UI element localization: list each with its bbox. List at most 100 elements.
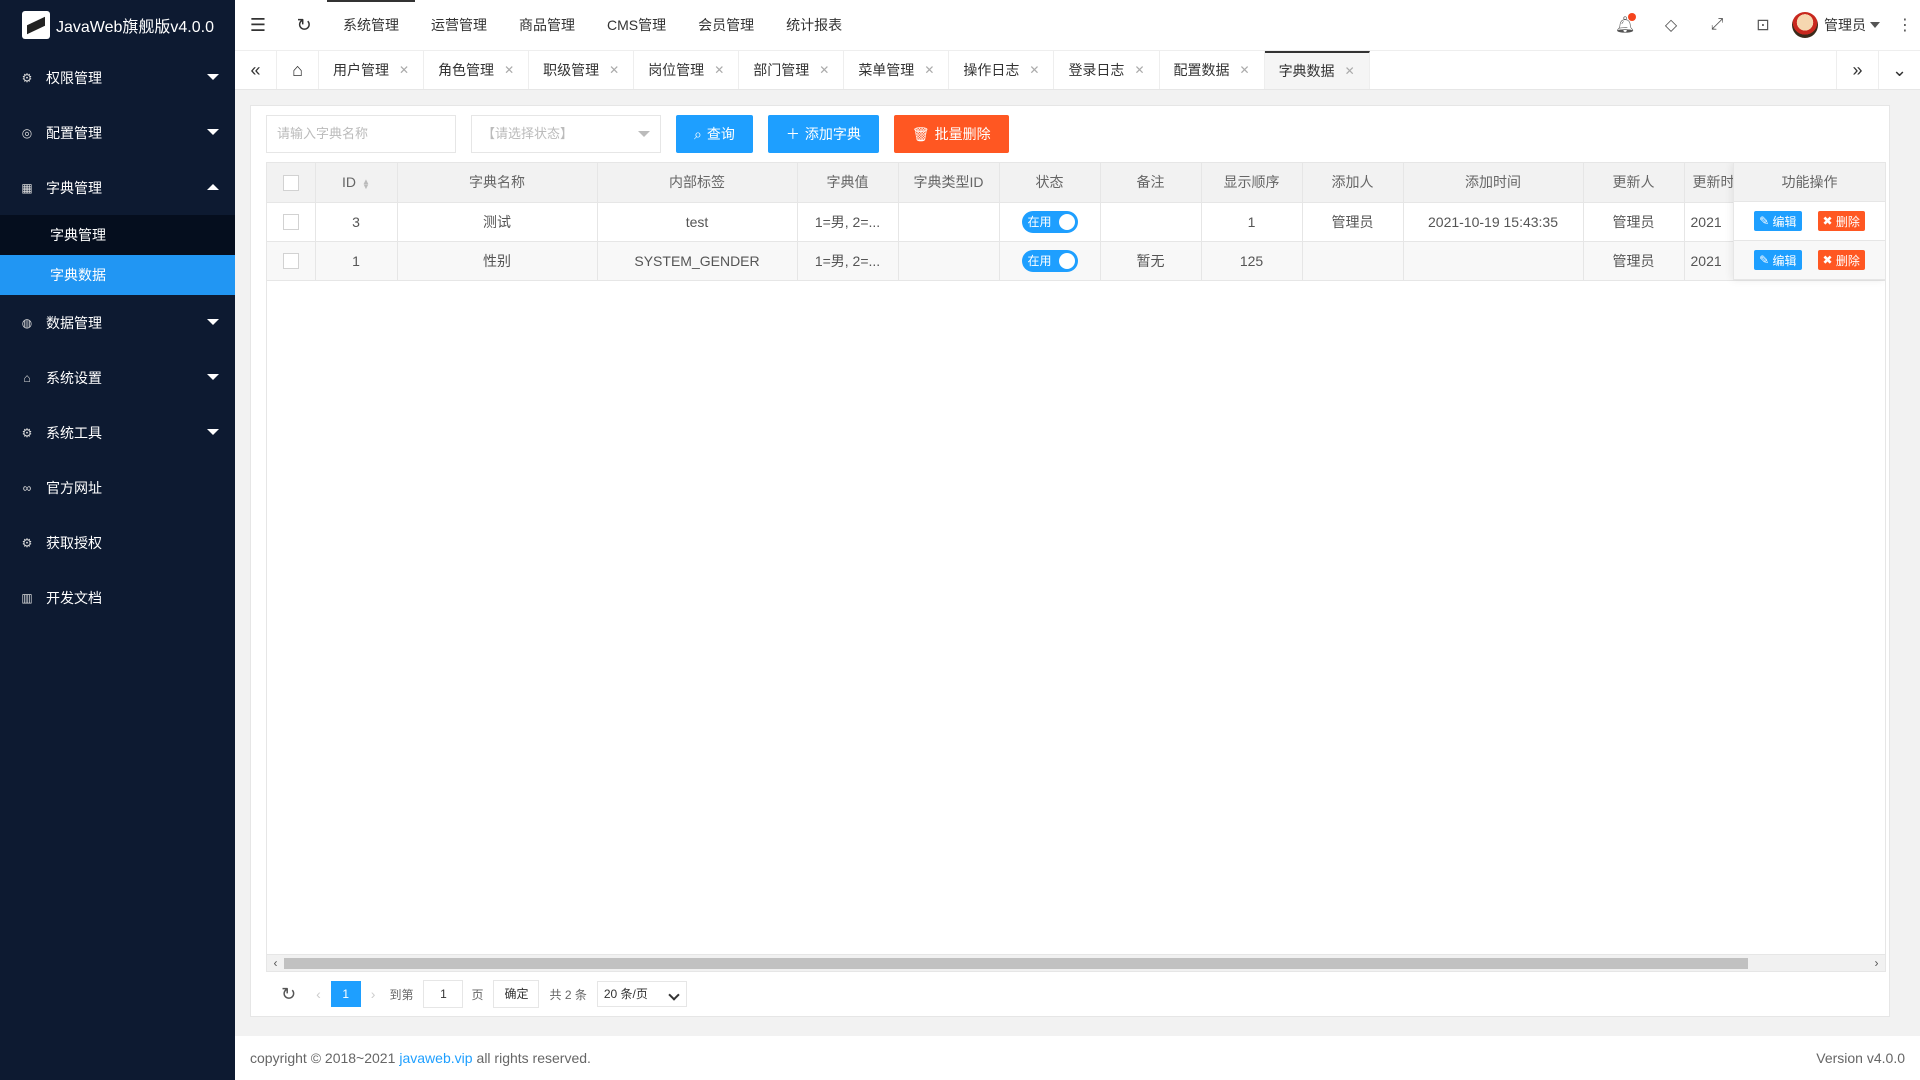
home-tab-icon[interactable]: ⌂: [277, 51, 319, 89]
tabs-dropdown-icon[interactable]: ⌄: [1878, 51, 1920, 89]
query-button[interactable]: ⌕ 查询: [676, 115, 753, 153]
grid-icon: ▦: [21, 180, 33, 195]
row-checkbox[interactable]: [282, 214, 299, 231]
col-sort: 显示顺序: [1201, 163, 1303, 203]
topnav-system[interactable]: 系统管理: [327, 0, 415, 50]
close-icon[interactable]: ✕: [1134, 63, 1144, 77]
tab-oplog[interactable]: 操作日志 ✕: [949, 51, 1055, 89]
chevron-down-icon: [207, 319, 219, 325]
fullscreen-icon[interactable]: ⤢: [1694, 16, 1740, 34]
tabs-scroll-left-icon[interactable]: «: [235, 51, 277, 89]
tag-icon[interactable]: ◇: [1648, 15, 1694, 35]
page-size-select[interactable]: 20 条/页: [596, 981, 687, 1007]
delete-button[interactable]: ✖ 删除: [1817, 250, 1865, 270]
sidebar-item-settings[interactable]: ⌂ 系统设置: [0, 350, 235, 405]
bell-icon[interactable]: 🔔︎: [1602, 13, 1648, 35]
tab-menu[interactable]: 菜单管理 ✕: [844, 51, 950, 89]
scroll-left-icon[interactable]: ‹: [267, 955, 284, 971]
tab-user[interactable]: 用户管理 ✕: [319, 51, 425, 89]
pagination: ↻ ‹ 1 › 到第 1 页 确定 共 2 条 20 条/页: [266, 972, 1886, 1016]
tab-dictdata[interactable]: 字典数据 ✕: [1264, 51, 1370, 89]
trash-icon: ✖: [1822, 214, 1833, 228]
status-select[interactable]: 【请选择状态】: [471, 115, 661, 153]
menu-toggle-icon[interactable]: ☰: [235, 0, 281, 50]
sidebar-item-docs[interactable]: ▥ 开发文档: [0, 570, 235, 625]
scroll-right-icon[interactable]: ›: [1868, 955, 1885, 971]
close-icon[interactable]: ✕: [1345, 64, 1355, 78]
batch-delete-button[interactable]: 🗑︎ 批量删除: [893, 115, 1009, 153]
page-input[interactable]: 1: [423, 980, 464, 1008]
tab-position[interactable]: 岗位管理 ✕: [634, 51, 740, 89]
cell-name: 性别: [397, 241, 598, 281]
current-page[interactable]: 1: [330, 981, 361, 1007]
book-icon: ▥: [21, 590, 33, 605]
col-type-id: 字典类型ID: [898, 163, 1000, 203]
chevron-down-icon: [638, 131, 650, 137]
sort-icon[interactable]: ▲ ▼: [362, 177, 370, 190]
tab-bar: « ⌂ 用户管理 ✕ 角色管理 ✕ 职级管理 ✕ 岗位管理 ✕ 部门管理 ✕ 菜单管理 ✕ …: [235, 50, 1920, 90]
close-icon[interactable]: ✕: [399, 63, 409, 77]
close-icon[interactable]: ✕: [1240, 63, 1250, 77]
topnav-goods[interactable]: 商品管理: [503, 0, 591, 50]
plus-icon: ＋: [785, 126, 800, 142]
tab-configdata[interactable]: 配置数据 ✕: [1160, 51, 1265, 89]
submenu-item-dict-manage[interactable]: 字典管理: [0, 215, 235, 255]
sidebar-item-permission[interactable]: ⚙ 权限管理: [0, 50, 235, 105]
status-toggle[interactable]: 在用: [1021, 210, 1078, 233]
search-icon: ⌕: [694, 125, 702, 142]
tab-loginlog[interactable]: 登录日志 ✕: [1054, 51, 1160, 89]
sidebar-item-website[interactable]: ∞ 官方网址: [0, 460, 235, 515]
cell-sort: 1: [1201, 202, 1303, 242]
tab-role[interactable]: 角色管理 ✕: [424, 51, 530, 89]
sidebar-item-dict[interactable]: ▦ 字典管理: [0, 160, 235, 215]
trash-icon: 🗑︎: [911, 125, 930, 142]
sidebar-item-data[interactable]: ◍ 数据管理: [0, 295, 235, 350]
submenu-item-dict-data[interactable]: 字典数据: [0, 255, 235, 295]
row-checkbox[interactable]: [282, 253, 299, 270]
sidebar-item-config[interactable]: ◎ 配置管理: [0, 105, 235, 160]
website-link[interactable]: javaweb.vip: [399, 1050, 472, 1066]
cell-value: 1=男, 2=...: [797, 241, 899, 281]
refresh-icon[interactable]: ↻: [281, 984, 296, 1005]
edit-icon: ✎: [1759, 214, 1770, 228]
confirm-button[interactable]: 确定: [493, 980, 540, 1008]
close-icon[interactable]: ✕: [609, 63, 619, 77]
lock-icon[interactable]: ⊡: [1740, 15, 1786, 35]
edit-button[interactable]: ✎ 编辑: [1754, 211, 1802, 231]
topnav-stats[interactable]: 统计报表: [770, 0, 858, 50]
gear-icon: ⚙: [21, 535, 33, 550]
scrollbar-thumb[interactable]: [284, 958, 1748, 969]
close-icon[interactable]: ✕: [819, 63, 829, 77]
more-icon[interactable]: ⋮: [1890, 15, 1920, 35]
prev-page-icon[interactable]: ‹: [316, 986, 321, 1002]
dict-name-input[interactable]: 请输入字典名称: [266, 115, 456, 153]
add-dict-button[interactable]: ＋添加字典: [767, 115, 879, 153]
topnav-cms[interactable]: CMS管理: [591, 0, 682, 50]
sidebar-item-tools[interactable]: ⚙ 系统工具: [0, 405, 235, 460]
col-id[interactable]: ID ▲ ▼: [315, 163, 398, 203]
close-icon[interactable]: ✕: [924, 63, 934, 77]
next-page-icon[interactable]: ›: [371, 986, 376, 1002]
close-icon[interactable]: ✕: [1029, 63, 1039, 77]
action-row: ✎ 编辑 ✖ 删除: [1734, 202, 1885, 241]
tab-dept[interactable]: 部门管理 ✕: [739, 51, 845, 89]
dict-submenu: 字典管理 字典数据: [0, 215, 235, 295]
tabs-scroll-right-icon[interactable]: »: [1836, 51, 1878, 89]
user-menu[interactable]: 管理员: [1786, 12, 1890, 38]
close-icon[interactable]: ✕: [504, 63, 514, 77]
col-created: 添加时间: [1403, 163, 1584, 203]
horizontal-scrollbar[interactable]: ‹ ›: [267, 954, 1885, 971]
close-icon[interactable]: ✕: [714, 63, 724, 77]
sidebar-item-license[interactable]: ⚙ 获取授权: [0, 515, 235, 570]
edit-button[interactable]: ✎ 编辑: [1754, 250, 1802, 270]
refresh-icon[interactable]: ↻: [281, 0, 327, 50]
select-all-checkbox[interactable]: [282, 174, 299, 191]
tab-rank[interactable]: 职级管理 ✕: [529, 51, 635, 89]
app-logo[interactable]: JavaWeb旗舰版v4.0.0: [0, 0, 235, 50]
delete-button[interactable]: ✖ 删除: [1817, 211, 1865, 231]
status-toggle[interactable]: 在用: [1021, 249, 1078, 272]
topnav-member[interactable]: 会员管理: [682, 0, 770, 50]
topnav-operation[interactable]: 运营管理: [415, 0, 503, 50]
copyright-text: copyright © 2018~2021: [250, 1050, 396, 1066]
col-creator: 添加人: [1302, 163, 1404, 203]
